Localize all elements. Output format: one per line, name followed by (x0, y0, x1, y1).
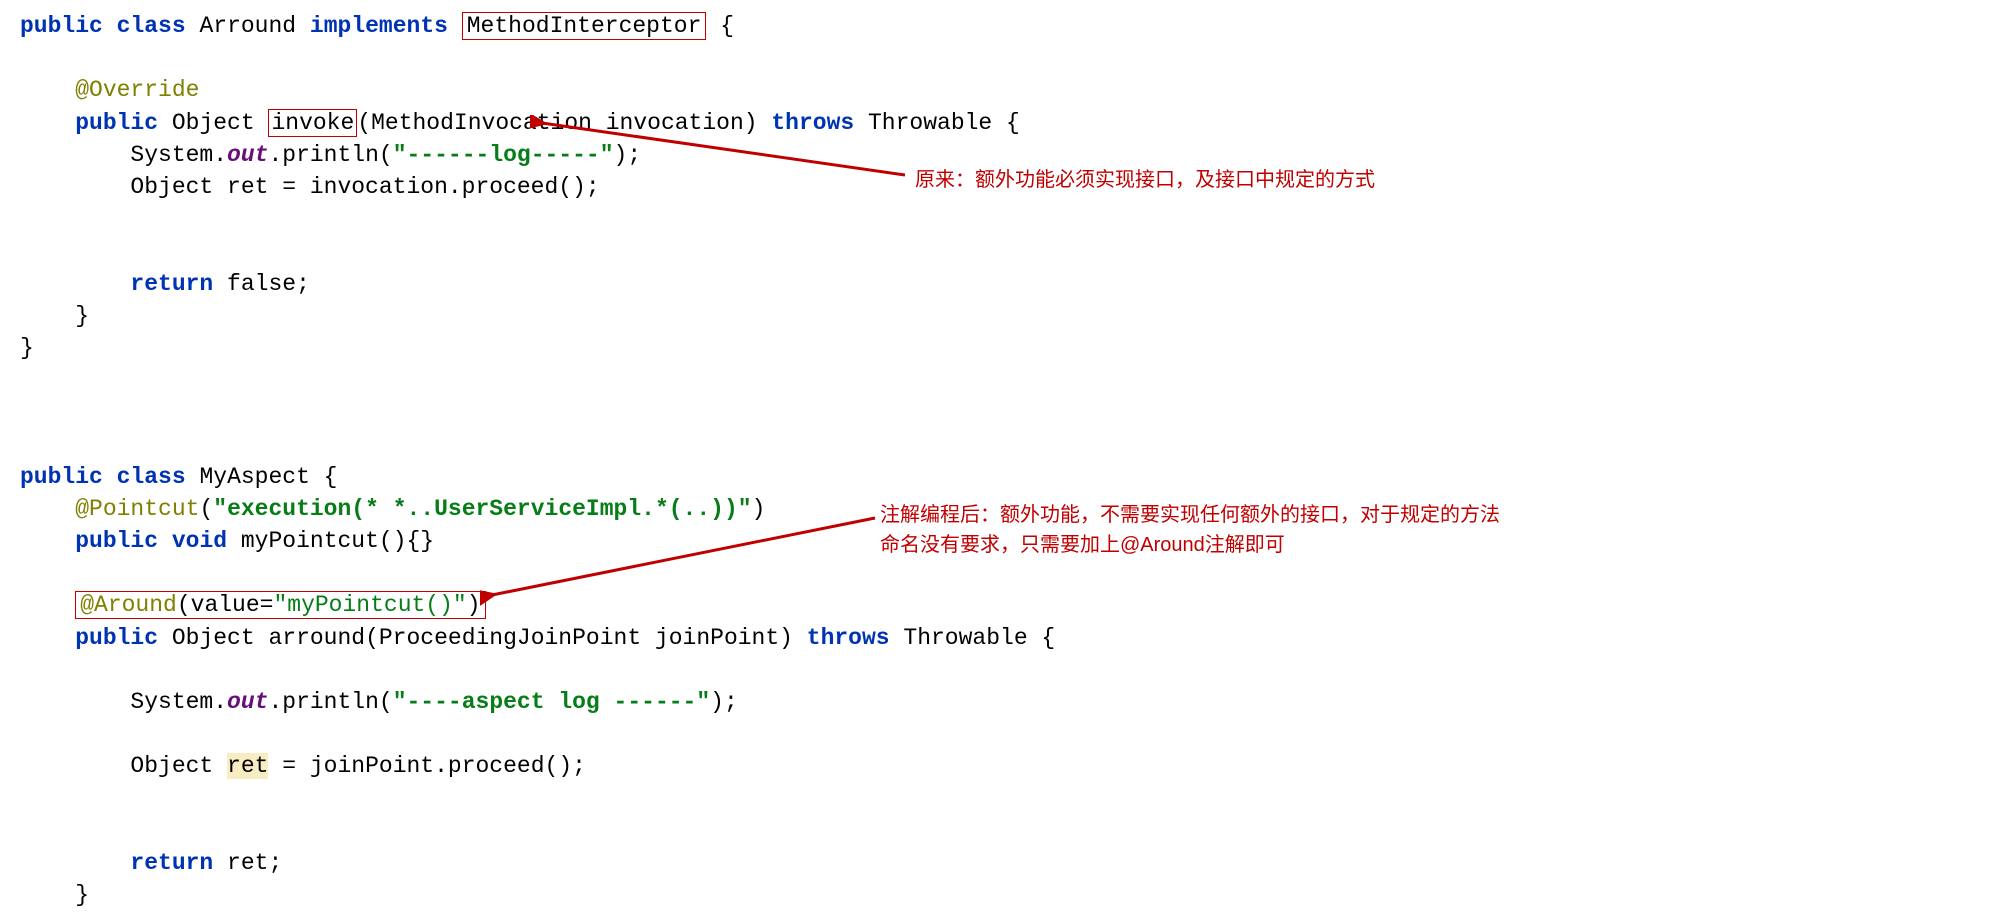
string-literal: "myPointcut()" (273, 592, 466, 618)
code-line: @Override (20, 74, 1980, 106)
code-line: public class MyAspect { (20, 461, 1980, 493)
brace: } (20, 882, 89, 908)
boxed-around-annotation: @Around(value="myPointcut()") (75, 591, 485, 619)
keyword-public: public (20, 464, 103, 490)
keyword-public: public (75, 110, 158, 136)
code-text: Object (20, 753, 227, 779)
string-literal: "------log-----" (393, 142, 614, 168)
class-name: MyAspect { (186, 464, 338, 490)
code-text: false; (213, 271, 310, 297)
keyword-implements: implements (310, 13, 448, 39)
annotation-override: @Override (75, 77, 199, 103)
code-line: System.out.println("----aspect log -----… (20, 686, 1980, 718)
code-line: } (20, 300, 1980, 332)
blank-line (20, 364, 1980, 396)
keyword-throws: throws (807, 625, 890, 651)
keyword-void: void (172, 528, 227, 554)
string-literal: "----aspect log ------" (393, 689, 710, 715)
annotation-label-line1: 注解编程后：额外功能，不需要实现任何额外的接口，对于规定的方法 (880, 504, 1500, 526)
code-text: System. (20, 142, 227, 168)
code-line: return ret; (20, 847, 1980, 879)
boxed-interface: MethodInterceptor (462, 12, 707, 40)
code-text: = joinPoint.proceed(); (268, 753, 585, 779)
code-line: return false; (20, 268, 1980, 300)
code-line (20, 783, 1980, 815)
paren: ) (752, 496, 766, 522)
code-text: Throwable { (890, 625, 1056, 651)
class-name: Arround (199, 13, 296, 39)
code-text: .println( (268, 689, 392, 715)
blank-line (20, 428, 1980, 460)
code-text: (value= (177, 592, 274, 618)
code-line: } (20, 879, 1980, 911)
keyword-public: public (75, 625, 158, 651)
code-line (20, 557, 1980, 589)
annotation-text-bottom: 注解编程后：额外功能，不需要实现任何额外的接口，对于规定的方法 命名没有要求，只… (880, 500, 1500, 560)
keyword-return: return (130, 850, 213, 876)
keyword-public: public (20, 13, 103, 39)
brace: { (706, 13, 734, 39)
code-line (20, 42, 1980, 74)
boxed-method-name: invoke (268, 109, 357, 137)
code-line: public class Arround implements MethodIn… (20, 10, 1980, 42)
code-line (20, 718, 1980, 750)
code-line: public Object invoke(MethodInvocation in… (20, 107, 1980, 139)
code-text: Object ret = invocation.proceed(); (20, 174, 600, 200)
keyword-public: public (75, 528, 158, 554)
code-text: System. (20, 689, 227, 715)
code-line: } (20, 332, 1980, 364)
annotation-pointcut: @Pointcut (75, 496, 199, 522)
code-line: @Around(value="myPointcut()") (20, 589, 1980, 621)
code-line: public Object arround(ProceedingJoinPoin… (20, 622, 1980, 654)
throws-list: Throwable { (854, 110, 1020, 136)
return-type: Object (158, 110, 268, 136)
paren: ) (467, 592, 481, 618)
annotation-label-line2: 命名没有要求，只需要加上@Around注解即可 (880, 534, 1285, 556)
code-text: ret; (213, 850, 282, 876)
code-text: ); (710, 689, 738, 715)
highlight-ret: ret (227, 753, 268, 779)
params: (MethodInvocation invocation) (357, 110, 771, 136)
code-text: Object arround(ProceedingJoinPoint joinP… (158, 625, 807, 651)
field-out: out (227, 689, 268, 715)
keyword-throws: throws (771, 110, 854, 136)
annotation-text-top: 原来：额外功能必须实现接口，及接口中规定的方式 (915, 165, 1375, 195)
blank-line (20, 396, 1980, 428)
annotation-around: @Around (80, 592, 177, 618)
brace: } (20, 335, 34, 361)
string-literal: "execution(* *..UserServiceImpl.*(..))" (213, 496, 751, 522)
field-out: out (227, 142, 268, 168)
paren: ( (199, 496, 213, 522)
code-line: Object ret = joinPoint.proceed(); (20, 750, 1980, 782)
brace: } (20, 303, 89, 329)
code-line (20, 815, 1980, 847)
keyword-return: return (130, 271, 213, 297)
code-line (20, 235, 1980, 267)
code-line (20, 654, 1980, 686)
keyword-class: class (117, 464, 186, 490)
annotation-label: 原来：额外功能必须实现接口，及接口中规定的方式 (915, 169, 1375, 191)
code-line (20, 203, 1980, 235)
code-text: .println( (268, 142, 392, 168)
keyword-class: class (117, 13, 186, 39)
method-decl: myPointcut(){} (227, 528, 434, 554)
code-text: ); (614, 142, 642, 168)
